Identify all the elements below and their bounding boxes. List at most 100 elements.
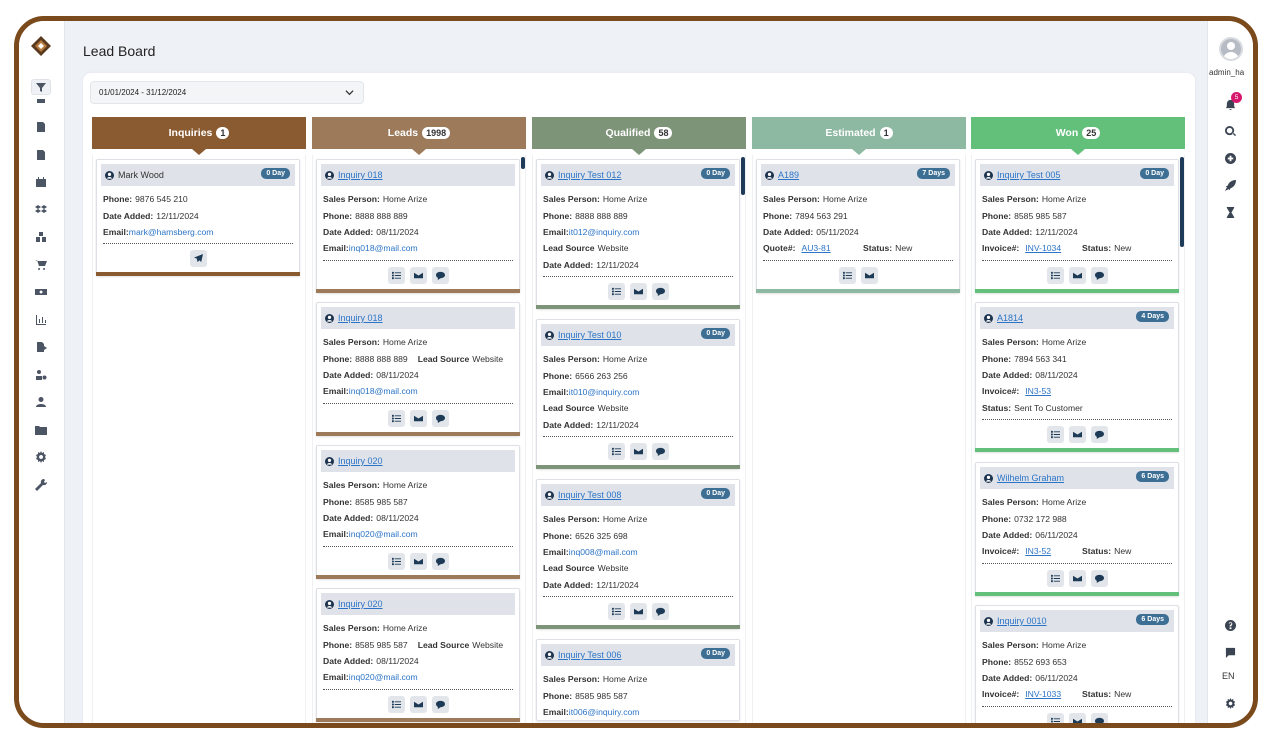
- help-icon[interactable]: [1223, 618, 1237, 632]
- email-button[interactable]: [1068, 266, 1086, 284]
- card-name-link[interactable]: Inquiry 020: [338, 599, 383, 609]
- lead-card[interactable]: A1814 4 Days Sales Person: Home Arize Pho…: [975, 302, 1179, 452]
- filter-icon[interactable]: [31, 79, 51, 95]
- email-link[interactable]: inq018@mail.com: [349, 386, 418, 396]
- rocket-icon[interactable]: [1223, 178, 1237, 192]
- lead-card[interactable]: Inquiry 0010 6 Days Sales Person: Home Ar…: [975, 605, 1179, 723]
- calendar-icon[interactable]: [31, 174, 51, 190]
- card-name-link[interactable]: Inquiry Test 008: [558, 490, 621, 500]
- quote-link[interactable]: AU3-81: [801, 243, 830, 253]
- card-name-link[interactable]: A189: [778, 170, 799, 180]
- folder-icon[interactable]: [31, 422, 51, 438]
- card-name-link[interactable]: Inquiry 018: [338, 313, 383, 323]
- settings-icon[interactable]: [1223, 696, 1237, 710]
- lead-card[interactable]: Inquiry Test 008 0 Day Sales Person: Home…: [536, 479, 740, 629]
- email-button[interactable]: [409, 552, 427, 570]
- card-name-link[interactable]: A1814: [997, 313, 1023, 323]
- checklist-button[interactable]: [387, 409, 405, 427]
- file-icon[interactable]: [31, 147, 51, 163]
- email-button[interactable]: [409, 695, 427, 713]
- checklist-button[interactable]: [1046, 425, 1064, 443]
- lead-card[interactable]: Inquiry Test 006 0 Day Sales Person: Home…: [536, 639, 740, 722]
- email-button[interactable]: [409, 266, 427, 284]
- lead-card[interactable]: Inquiry 018 Sales Person: Home Arize Phon…: [316, 159, 520, 293]
- user-icon[interactable]: [31, 394, 51, 410]
- scrollbar[interactable]: [1180, 157, 1184, 247]
- email-button[interactable]: [629, 442, 647, 460]
- comment-button[interactable]: [431, 409, 449, 427]
- invoice-link[interactable]: INV-1034: [1025, 243, 1061, 253]
- comment-button[interactable]: [431, 552, 449, 570]
- column-body[interactable]: Mark Wood 0 Day Phone: 9876 545 210 Date …: [92, 155, 306, 723]
- hourglass-icon[interactable]: [1223, 205, 1237, 219]
- email-link[interactable]: inq020@mail.com: [349, 529, 418, 539]
- add-circle-icon[interactable]: [1223, 151, 1237, 165]
- email-button[interactable]: [860, 266, 878, 284]
- card-name-link[interactable]: Inquiry 0010: [997, 616, 1047, 626]
- lead-card[interactable]: Inquiry 020 Sales Person: Home Arize Phon…: [316, 445, 520, 579]
- column-body[interactable]: Inquiry Test 012 0 Day Sales Person: Home…: [532, 155, 746, 723]
- email-link[interactable]: inq008@mail.com: [569, 547, 638, 557]
- lead-card[interactable]: Mark Wood 0 Day Phone: 9876 545 210 Date …: [96, 159, 300, 277]
- comment-button[interactable]: [1090, 569, 1108, 587]
- checklist-button[interactable]: [838, 266, 856, 284]
- email-link[interactable]: mark@hamsberg.com: [129, 227, 214, 237]
- checklist-button[interactable]: [1046, 569, 1064, 587]
- card-name-link[interactable]: Wilhelm Graham: [997, 473, 1064, 483]
- dropbox-icon[interactable]: [31, 202, 51, 218]
- invoice-link[interactable]: INV-1033: [1025, 689, 1061, 699]
- card-name-link[interactable]: Inquiry 020: [338, 456, 383, 466]
- money-icon[interactable]: [31, 284, 51, 300]
- scrollbar[interactable]: [741, 157, 745, 195]
- comment-button[interactable]: [1090, 712, 1108, 723]
- date-range-select[interactable]: 01/01/2024 - 31/12/2024: [90, 81, 364, 104]
- lead-card[interactable]: Inquiry 018 Sales Person: Home Arize Phon…: [316, 302, 520, 436]
- lead-card[interactable]: Wilhelm Graham 6 Days Sales Person: Home …: [975, 462, 1179, 596]
- language-selector[interactable]: EN: [1222, 671, 1235, 681]
- card-name-link[interactable]: Inquiry Test 010: [558, 330, 621, 340]
- column-body[interactable]: Inquiry 018 Sales Person: Home Arize Phon…: [312, 155, 526, 723]
- app-logo[interactable]: [30, 35, 52, 57]
- email-button[interactable]: [629, 602, 647, 620]
- email-link[interactable]: it006@inquiry.com: [569, 707, 640, 717]
- boxes-icon[interactable]: [31, 229, 51, 245]
- cart-icon[interactable]: [31, 257, 51, 273]
- email-link[interactable]: inq018@mail.com: [349, 243, 418, 253]
- document-icon[interactable]: [31, 119, 51, 135]
- chat-icon[interactable]: [1223, 645, 1237, 659]
- invoice-link[interactable]: IN3-52: [1025, 546, 1051, 556]
- chart-icon[interactable]: [31, 312, 51, 328]
- email-button[interactable]: [409, 409, 427, 427]
- checklist-button[interactable]: [387, 695, 405, 713]
- checklist-button[interactable]: [1046, 712, 1064, 723]
- lead-card[interactable]: Inquiry Test 012 0 Day Sales Person: Home…: [536, 159, 740, 309]
- avatar[interactable]: [1219, 37, 1243, 61]
- email-link[interactable]: it010@inquiry.com: [569, 387, 640, 397]
- checklist-button[interactable]: [387, 266, 405, 284]
- wrench-icon[interactable]: [31, 477, 51, 493]
- checklist-button[interactable]: [607, 282, 625, 300]
- comment-button[interactable]: [431, 695, 449, 713]
- comment-button[interactable]: [1090, 266, 1108, 284]
- lead-card[interactable]: Inquiry Test 010 0 Day Sales Person: Home…: [536, 319, 740, 469]
- card-name-link[interactable]: Inquiry Test 012: [558, 170, 621, 180]
- gear-icon[interactable]: [31, 449, 51, 465]
- checklist-button[interactable]: [1046, 266, 1064, 284]
- lead-card[interactable]: Inquiry Test 005 0 Day Sales Person: Home…: [975, 159, 1179, 293]
- checklist-button[interactable]: [387, 552, 405, 570]
- email-button[interactable]: [1068, 425, 1086, 443]
- column-body[interactable]: Inquiry Test 005 0 Day Sales Person: Home…: [971, 155, 1185, 723]
- email-link[interactable]: it012@inquiry.com: [569, 227, 640, 237]
- card-name-link[interactable]: Inquiry Test 005: [997, 170, 1060, 180]
- comment-button[interactable]: [651, 442, 669, 460]
- search-icon[interactable]: [1223, 124, 1237, 138]
- invoice-link[interactable]: IN3-53: [1025, 386, 1051, 396]
- comment-button[interactable]: [651, 282, 669, 300]
- comment-button[interactable]: [1090, 425, 1108, 443]
- checklist-button[interactable]: [607, 602, 625, 620]
- email-link[interactable]: inq020@mail.com: [349, 672, 418, 682]
- comment-button[interactable]: [431, 266, 449, 284]
- card-name-link[interactable]: Inquiry Test 006: [558, 650, 621, 660]
- lead-card[interactable]: A189 7 Days Sales Person: Home Arize Phon…: [756, 159, 960, 293]
- lead-card[interactable]: Inquiry 020 Sales Person: Home Arize Phon…: [316, 588, 520, 722]
